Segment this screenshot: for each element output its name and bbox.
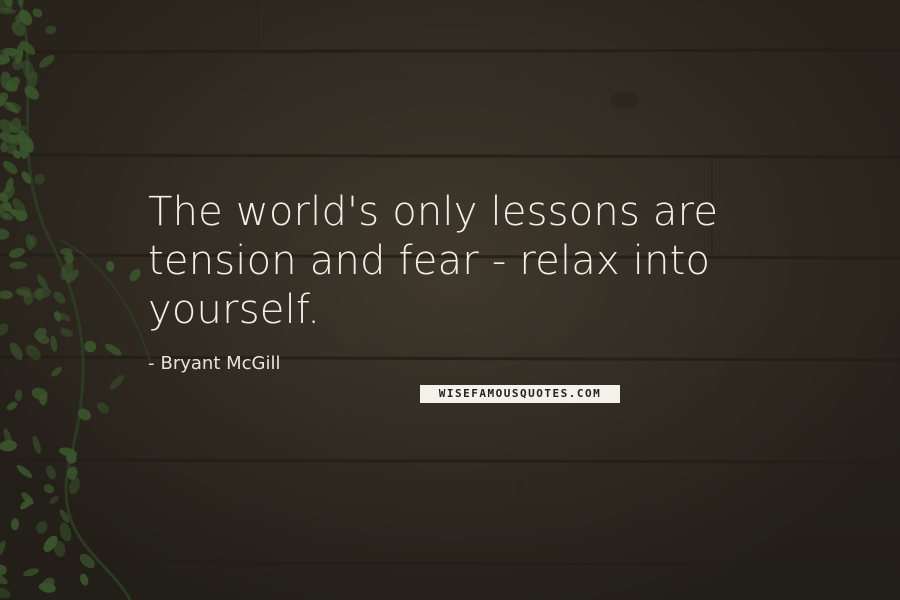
ivy-leaf (0, 290, 13, 300)
ivy-leaf (59, 522, 72, 542)
ivy-leaf (16, 465, 33, 478)
ivy-leaf (50, 335, 58, 352)
ivy-leaf (53, 291, 66, 304)
quote-text: The world's only lessons are tension and… (148, 188, 798, 335)
ivy-leaf (8, 247, 25, 258)
ivy-leaf (59, 328, 73, 337)
ivy-leaf (84, 340, 97, 353)
ivy-leaf (46, 465, 56, 480)
ivy-leaf (0, 587, 11, 599)
quote-image: The world's only lessons are tension and… (0, 0, 900, 600)
quote-line-2: tension and fear - relax into (148, 238, 711, 284)
ivy-leaf (9, 261, 27, 270)
ivy-leaf (32, 8, 43, 18)
quote-line-1: The world's only lessons are (148, 189, 719, 235)
ivy-leaf (0, 228, 10, 240)
ivy-leaf (96, 402, 109, 414)
ivy-leaf (45, 25, 57, 35)
ivy-leaf (3, 160, 18, 175)
ivy-leaf (68, 477, 80, 495)
ivy-leaf (9, 342, 23, 361)
ivy-leaf (49, 495, 60, 504)
ivy-leaf (105, 343, 122, 356)
quote-line-3: yourself. (148, 287, 321, 333)
quote-author: - Bryant McGill (148, 353, 281, 374)
site-watermark: WISEFAMOUSQUOTES.COM (420, 385, 620, 403)
ivy-leaf (0, 540, 6, 556)
ivy-leaf (79, 573, 89, 586)
ivy-leaf (106, 261, 115, 272)
ivy-leaf (51, 366, 62, 377)
ivy-leaf (0, 564, 7, 576)
ivy-leaf (32, 435, 41, 455)
ivy-leaf (32, 287, 52, 299)
ivy-leaf (129, 268, 141, 282)
ivy-leaf (26, 344, 41, 361)
ivy-leaf (43, 484, 55, 494)
ivy-leaf (34, 173, 45, 185)
ivy-leaf (6, 401, 18, 411)
ivy-leaf (10, 518, 20, 531)
ivy-leaf (39, 54, 55, 68)
ivy-leaf (36, 521, 48, 534)
ivy-leaf (23, 568, 40, 577)
ivy-leaf (79, 553, 95, 569)
ivy-leaf (14, 389, 23, 402)
ivy-leaf (109, 375, 125, 390)
ivy-leaf (17, 0, 24, 7)
ivy-leaf (0, 141, 8, 153)
author-dash: - (148, 353, 155, 374)
ivy-leaf (0, 323, 9, 336)
author-name: Bryant McGill (160, 353, 281, 374)
